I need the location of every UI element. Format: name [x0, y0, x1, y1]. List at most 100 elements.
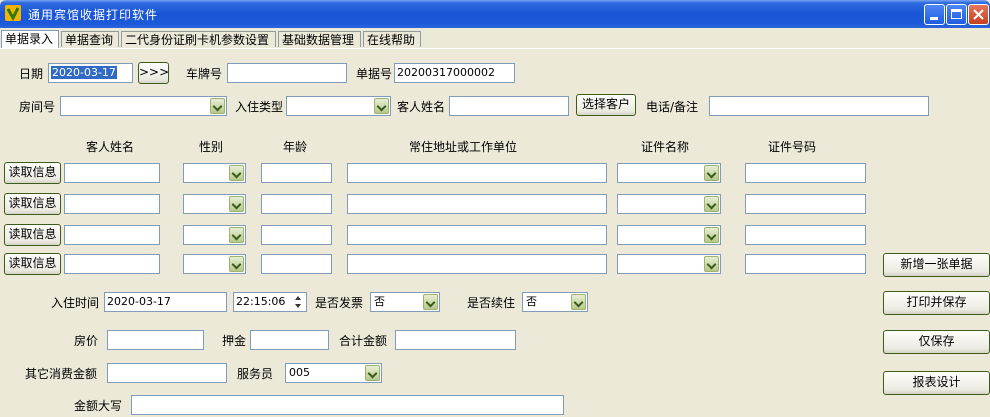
date-field[interactable]: 2020-03-17: [48, 63, 133, 83]
address-cell[interactable]: [347, 225, 607, 245]
staff-value: 005: [289, 366, 310, 379]
other-amount-input[interactable]: [107, 363, 227, 383]
staff-select[interactable]: 005: [285, 363, 382, 383]
save-only-button[interactable]: 仅保存: [883, 330, 990, 354]
checkin-time-label: 入住时间: [51, 296, 100, 310]
capital-amount-label: 金额大写: [74, 399, 123, 413]
col-id-type: 证件名称: [641, 140, 690, 154]
tab-online-help[interactable]: 在线帮助: [363, 31, 421, 47]
checkin-time-value: 22:15:06: [236, 295, 286, 308]
time-spinner-icon[interactable]: [291, 294, 305, 310]
chevron-down-icon: [374, 98, 389, 114]
room-label: 房间号: [19, 100, 56, 114]
address-cell[interactable]: [347, 194, 607, 214]
read-id-button[interactable]: 读取信息: [4, 253, 61, 275]
chevron-down-icon: [229, 227, 244, 243]
read-id-button[interactable]: 读取信息: [4, 162, 61, 184]
id-number-cell[interactable]: [745, 225, 866, 245]
report-design-button[interactable]: 报表设计: [883, 371, 990, 395]
chevron-down-icon: [210, 98, 225, 114]
receipt-no-input[interactable]: 20200317000002: [394, 63, 515, 83]
address-cell[interactable]: [347, 254, 607, 274]
col-age: 年龄: [283, 140, 308, 154]
guest-name-label: 客人姓名: [397, 100, 446, 114]
maximize-icon: [951, 9, 962, 19]
room-select[interactable]: [60, 96, 227, 116]
price-input[interactable]: [107, 330, 204, 350]
id-type-select[interactable]: [617, 163, 721, 183]
chevron-down-icon: [229, 196, 244, 212]
checkin-time-input[interactable]: 22:15:06: [233, 292, 307, 312]
plate-label: 车牌号: [186, 67, 223, 81]
other-amount-label: 其它消费金额: [25, 367, 98, 381]
tab-base-data[interactable]: 基础数据管理: [278, 31, 361, 47]
col-guest-name: 客人姓名: [86, 140, 135, 154]
id-number-cell[interactable]: [745, 254, 866, 274]
tab-receipt-query[interactable]: 单据查询: [61, 31, 119, 47]
phone-input[interactable]: [709, 96, 929, 116]
col-id-number: 证件号码: [768, 140, 817, 154]
chevron-down-icon: [704, 196, 719, 212]
checkin-type-select[interactable]: [286, 96, 391, 116]
chevron-down-icon: [229, 165, 244, 181]
id-number-cell[interactable]: [745, 163, 866, 183]
new-receipt-button[interactable]: 新增一张单据: [883, 253, 990, 277]
invoice-label: 是否发票: [315, 296, 364, 310]
gender-select[interactable]: [183, 163, 246, 183]
chevron-down-icon: [704, 165, 719, 181]
checkin-date-input[interactable]: 2020-03-17: [104, 292, 227, 312]
address-cell[interactable]: [347, 163, 607, 183]
gender-select[interactable]: [183, 225, 246, 245]
read-id-button[interactable]: 读取信息: [4, 224, 61, 246]
tab-id-reader-settings[interactable]: 二代身份证刷卡机参数设置: [121, 31, 276, 47]
read-id-button[interactable]: 读取信息: [4, 193, 61, 215]
continue-stay-label: 是否续住: [467, 296, 516, 310]
chevron-down-icon: [229, 256, 244, 272]
close-button[interactable]: [968, 4, 989, 25]
id-type-select[interactable]: [617, 254, 721, 274]
continue-stay-value: 否: [526, 295, 537, 308]
checkin-type-label: 入住类型: [235, 100, 284, 114]
date-next-button[interactable]: >>>: [138, 62, 169, 84]
total-input[interactable]: [395, 330, 516, 350]
select-customer-button[interactable]: 选择客户: [576, 94, 636, 116]
tab-receipt-entry[interactable]: 单据录入: [1, 30, 59, 48]
age-cell[interactable]: [261, 254, 332, 274]
date-value: 2020-03-17: [51, 66, 117, 79]
chevron-down-icon: [365, 365, 380, 381]
gender-select[interactable]: [183, 254, 246, 274]
age-cell[interactable]: [261, 194, 332, 214]
continue-stay-select[interactable]: 否: [522, 292, 588, 312]
id-type-select[interactable]: [617, 225, 721, 245]
staff-label: 服务员: [237, 367, 274, 381]
print-save-button[interactable]: 打印并保存: [883, 291, 990, 315]
guest-name-cell[interactable]: [64, 163, 160, 183]
capital-amount-input[interactable]: [131, 395, 564, 415]
chevron-down-icon: [704, 256, 719, 272]
chevron-down-icon: [571, 294, 586, 310]
maximize-button[interactable]: [946, 4, 967, 25]
minimize-icon: [930, 17, 938, 20]
col-gender: 性别: [199, 140, 224, 154]
chevron-down-icon: [704, 227, 719, 243]
window-title: 通用宾馆收据打印软件: [28, 8, 159, 22]
guest-name-cell[interactable]: [64, 225, 160, 245]
guest-name-cell[interactable]: [64, 254, 160, 274]
gender-select[interactable]: [183, 194, 246, 214]
title-bar: 通用宾馆收据打印软件: [0, 0, 990, 28]
invoice-select[interactable]: 否: [370, 292, 440, 312]
id-number-cell[interactable]: [745, 194, 866, 214]
id-type-select[interactable]: [617, 194, 721, 214]
age-cell[interactable]: [261, 225, 332, 245]
invoice-value: 否: [374, 295, 385, 308]
guest-name-cell[interactable]: [64, 194, 160, 214]
date-label: 日期: [19, 67, 44, 81]
total-label: 合计金额: [339, 334, 388, 348]
deposit-input[interactable]: [250, 330, 329, 350]
receipt-no-label: 单据号: [356, 67, 393, 81]
plate-input[interactable]: [227, 63, 347, 83]
minimize-button[interactable]: [924, 4, 945, 25]
guest-name-input[interactable]: [449, 96, 569, 116]
col-address: 常住地址或工作单位: [409, 140, 518, 154]
age-cell[interactable]: [261, 163, 332, 183]
